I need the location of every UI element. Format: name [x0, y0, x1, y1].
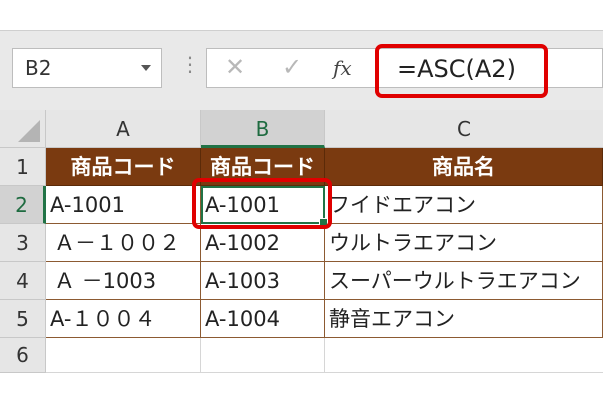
select-all-triangle-icon — [18, 120, 40, 142]
cell-highlight-box — [192, 178, 332, 229]
insert-function-icon[interactable]: fx — [333, 57, 352, 79]
column-header-a[interactable]: A — [46, 110, 201, 148]
cell-a6[interactable] — [46, 338, 201, 373]
cell-a3[interactable]: Ａ－１００２ — [46, 224, 201, 262]
more-options-icon[interactable]: ⋮ — [180, 54, 200, 74]
cell-a4[interactable]: Ａ －1003 — [46, 262, 201, 300]
row-header-4[interactable]: 4 — [0, 262, 46, 300]
column-header-b[interactable]: B — [201, 110, 325, 148]
chevron-down-icon[interactable] — [141, 65, 151, 71]
row-header-5[interactable]: 5 — [0, 300, 46, 338]
cell-b3[interactable]: A-1002 — [201, 224, 325, 262]
select-all-corner[interactable] — [0, 110, 46, 148]
cancel-icon[interactable]: ✕ — [225, 55, 245, 79]
cell-c5[interactable]: 静音エアコン — [325, 300, 603, 338]
cell-c4[interactable]: スーパーウルトラエアコン — [325, 262, 603, 300]
name-box-value: B2 — [25, 56, 52, 80]
row-header-6[interactable]: 6 — [0, 338, 46, 373]
cell-b5[interactable]: A-1004 — [201, 300, 325, 338]
cell-b6[interactable] — [201, 338, 325, 373]
row-header-1[interactable]: 1 — [0, 148, 46, 186]
cell-c6[interactable] — [325, 338, 603, 373]
cell-a1[interactable]: 商品コード — [46, 148, 201, 186]
name-box[interactable]: B2 — [12, 48, 162, 88]
cell-c1[interactable]: 商品名 — [325, 148, 603, 186]
row-header-3[interactable]: 3 — [0, 224, 46, 262]
formula-highlight-box — [375, 44, 548, 98]
cell-a2[interactable]: A-1001 — [46, 186, 201, 224]
row-header-2[interactable]: 2 — [0, 186, 46, 224]
enter-icon[interactable]: ✓ — [282, 55, 302, 79]
column-header-c[interactable]: C — [325, 110, 603, 148]
cell-c2[interactable]: フイドエアコン — [325, 186, 603, 224]
cell-c3[interactable]: ウルトラエアコン — [325, 224, 603, 262]
cell-a5[interactable]: A-１００４ — [46, 300, 201, 338]
cell-b4[interactable]: A-1003 — [201, 262, 325, 300]
